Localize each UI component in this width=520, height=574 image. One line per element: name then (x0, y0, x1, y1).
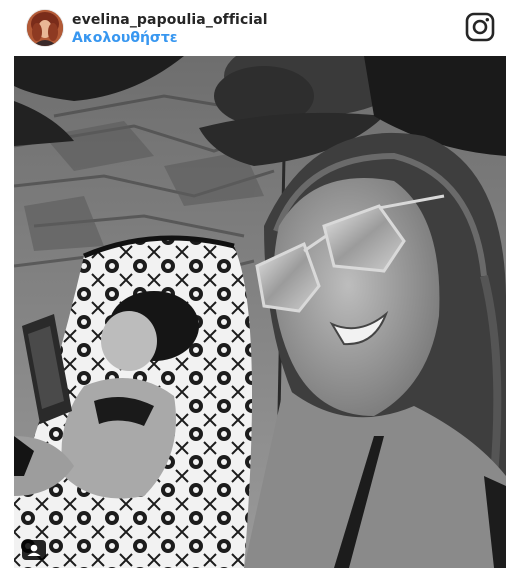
user-tag-icon[interactable] (22, 540, 46, 560)
instagram-embed: evelina_papoulia_official Ακολουθήστε (0, 0, 520, 574)
avatar[interactable] (26, 9, 64, 47)
instagram-icon[interactable] (465, 12, 495, 42)
post-photo[interactable] (14, 56, 506, 568)
follow-link[interactable]: Ακολουθήστε (72, 30, 178, 46)
username-link[interactable]: evelina_papoulia_official (72, 12, 268, 28)
post-header: evelina_papoulia_official Ακολουθήστε (0, 0, 520, 56)
